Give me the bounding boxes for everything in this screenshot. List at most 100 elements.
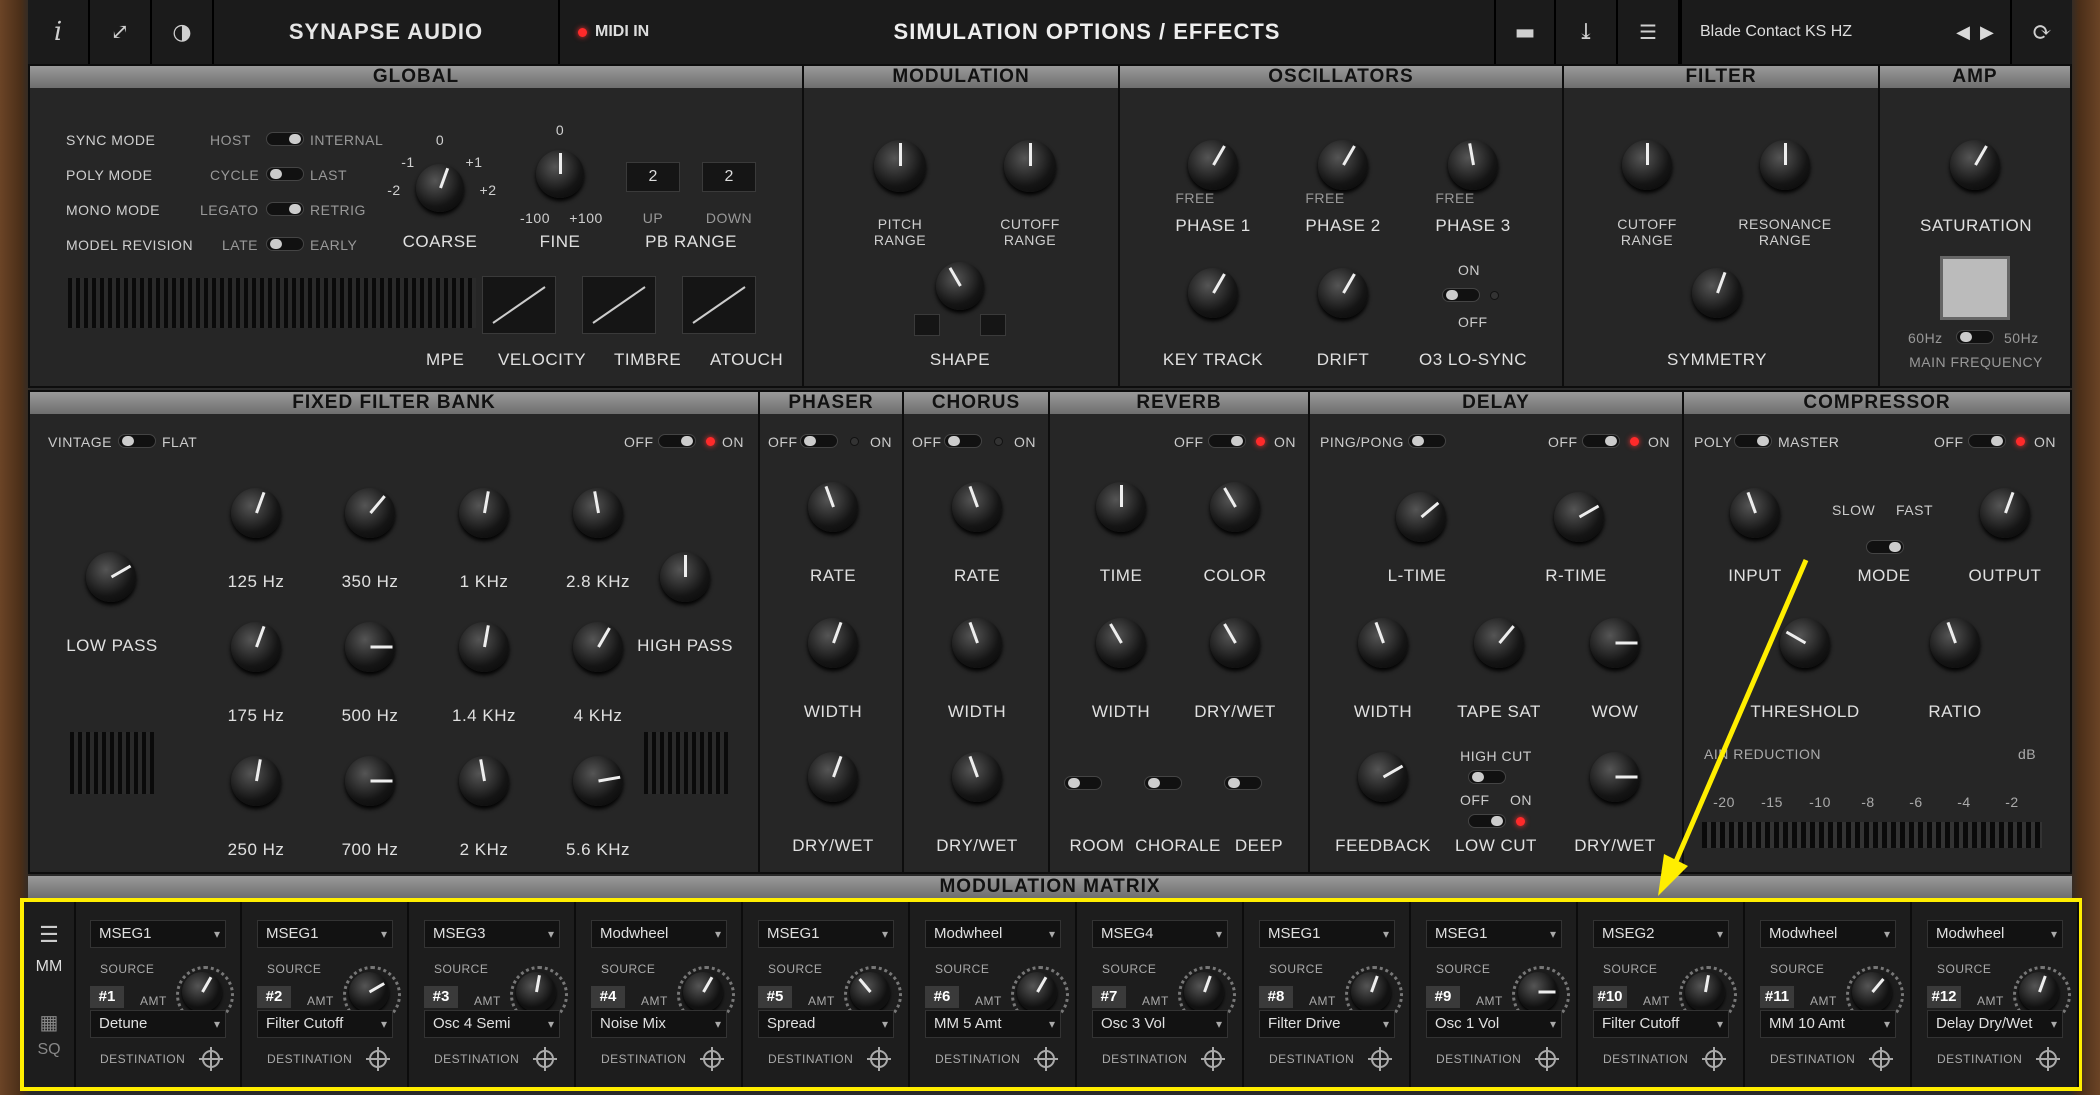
crosshair-icon[interactable] [1869,1047,1893,1071]
destination-dropdown[interactable]: Filter Drive [1259,1010,1395,1038]
list-button[interactable]: ☰ [1618,0,1680,64]
expand-button[interactable]: ⤢ [90,0,152,64]
crosshair-icon[interactable] [2036,1047,2060,1071]
sq-tab[interactable]: ▦ SQ [37,1010,60,1059]
phase1-knob[interactable] [1188,140,1238,190]
source-dropdown[interactable]: Modwheel [1760,920,1896,948]
phaser-rate-knob[interactable] [808,482,858,532]
band-knob[interactable] [573,488,623,538]
folder-button[interactable]: ▬ [1494,0,1556,64]
source-dropdown[interactable]: MSEG1 [257,920,393,948]
destination-dropdown[interactable]: Osc 3 Vol [1092,1010,1228,1038]
info-button[interactable]: i [28,0,90,64]
comp-mode-switch[interactable] [1866,540,1904,554]
reverb-color-knob[interactable] [1210,482,1260,532]
crosshair-icon[interactable] [700,1047,724,1071]
saturation-knob[interactable] [1950,140,2000,190]
band-knob[interactable] [573,622,623,672]
rtime-knob[interactable] [1554,492,1604,542]
crosshair-icon[interactable] [1034,1047,1058,1071]
ltime-knob[interactable] [1396,492,1446,542]
symmetry-knob[interactable] [1692,268,1742,318]
chorus-width-knob[interactable] [952,618,1002,668]
sync-button[interactable]: ⟳ [2010,0,2072,64]
crosshair-icon[interactable] [366,1047,390,1071]
comp-output-knob[interactable] [1980,488,2030,538]
key-track-knob[interactable] [1188,268,1238,318]
amount-knob[interactable] [1178,966,1236,1024]
theme-button[interactable]: ◑ [152,0,214,64]
save-button[interactable]: ⤓ [1556,0,1618,64]
amount-knob[interactable] [1011,966,1069,1024]
amount-knob[interactable] [176,966,234,1024]
source-dropdown[interactable]: MSEG1 [90,920,226,948]
crosshair-icon[interactable] [1702,1047,1726,1071]
resonance-range-knob[interactable] [1760,140,1810,190]
reverb-drywet-knob[interactable] [1210,618,1260,668]
lo-sync-switch[interactable] [1442,288,1480,302]
band-knob[interactable] [459,756,509,806]
amount-knob[interactable] [1345,966,1403,1024]
amount-knob[interactable] [510,966,568,1024]
crosshair-icon[interactable] [1368,1047,1392,1071]
chorale-switch[interactable] [1144,776,1182,790]
crosshair-icon[interactable] [533,1047,557,1071]
destination-dropdown[interactable]: Filter Cutoff [257,1010,393,1038]
destination-dropdown[interactable]: MM 5 Amt [925,1010,1061,1038]
comp-poly-switch[interactable] [1734,434,1772,448]
vintage-switch[interactable] [118,434,156,448]
main-frequency-switch[interactable] [1956,330,1994,344]
phaser-drywet-knob[interactable] [808,752,858,802]
pb-up-field[interactable]: 2 [626,162,680,192]
source-dropdown[interactable]: MSEG1 [758,920,894,948]
mono-mode-switch[interactable] [266,202,304,216]
band-knob[interactable] [345,488,395,538]
ratio-knob[interactable] [1930,618,1980,668]
crosshair-icon[interactable] [1201,1047,1225,1071]
high-pass-knob[interactable] [660,552,710,602]
destination-dropdown[interactable]: MM 10 Amt [1760,1010,1896,1038]
source-dropdown[interactable]: MSEG1 [1259,920,1395,948]
destination-dropdown[interactable]: Delay Dry/Wet [1927,1010,2063,1038]
wow-knob[interactable] [1590,618,1640,668]
destination-dropdown[interactable]: Noise Mix [591,1010,727,1038]
phaser-width-knob[interactable] [808,618,858,668]
ffb-power-switch[interactable] [658,434,696,448]
chorus-rate-knob[interactable] [952,482,1002,532]
tape-sat-knob[interactable] [1474,618,1524,668]
next-preset-icon[interactable]: ▶ [1980,22,1994,43]
crosshair-icon[interactable] [199,1047,223,1071]
filter-cutoff-range-knob[interactable] [1622,140,1672,190]
reverb-time-knob[interactable] [1096,482,1146,532]
amount-knob[interactable] [1512,966,1570,1024]
chorus-drywet-knob[interactable] [952,752,1002,802]
band-knob[interactable] [231,756,281,806]
amount-knob[interactable] [2013,966,2071,1024]
phaser-power-switch[interactable] [800,434,838,448]
delay-drywet-knob[interactable] [1590,752,1640,802]
shape-curve-a[interactable] [914,314,940,336]
source-dropdown[interactable]: Modwheel [925,920,1061,948]
prev-preset-icon[interactable]: ◀ [1956,22,1970,43]
crosshair-icon[interactable] [867,1047,891,1071]
source-dropdown[interactable]: MSEG3 [424,920,560,948]
reverb-width-knob[interactable] [1096,618,1146,668]
cutoff-range-knob[interactable] [1004,140,1056,192]
band-knob[interactable] [345,622,395,672]
source-dropdown[interactable]: MSEG2 [1593,920,1729,948]
delay-power-switch[interactable] [1582,434,1620,448]
feedback-knob[interactable] [1358,752,1408,802]
model-revision-switch[interactable] [266,237,304,251]
amount-knob[interactable] [1679,966,1737,1024]
preset-name[interactable]: Blade Contact KS HZ [1680,0,1940,64]
velocity-curve[interactable] [482,276,556,334]
band-knob[interactable] [573,756,623,806]
phase3-knob[interactable] [1448,140,1498,190]
destination-dropdown[interactable]: Spread [758,1010,894,1038]
deep-switch[interactable] [1224,776,1262,790]
comp-input-knob[interactable] [1730,488,1780,538]
fine-knob[interactable] [536,150,584,198]
delay-width-knob[interactable] [1358,618,1408,668]
band-knob[interactable] [231,622,281,672]
amount-knob[interactable] [844,966,902,1024]
